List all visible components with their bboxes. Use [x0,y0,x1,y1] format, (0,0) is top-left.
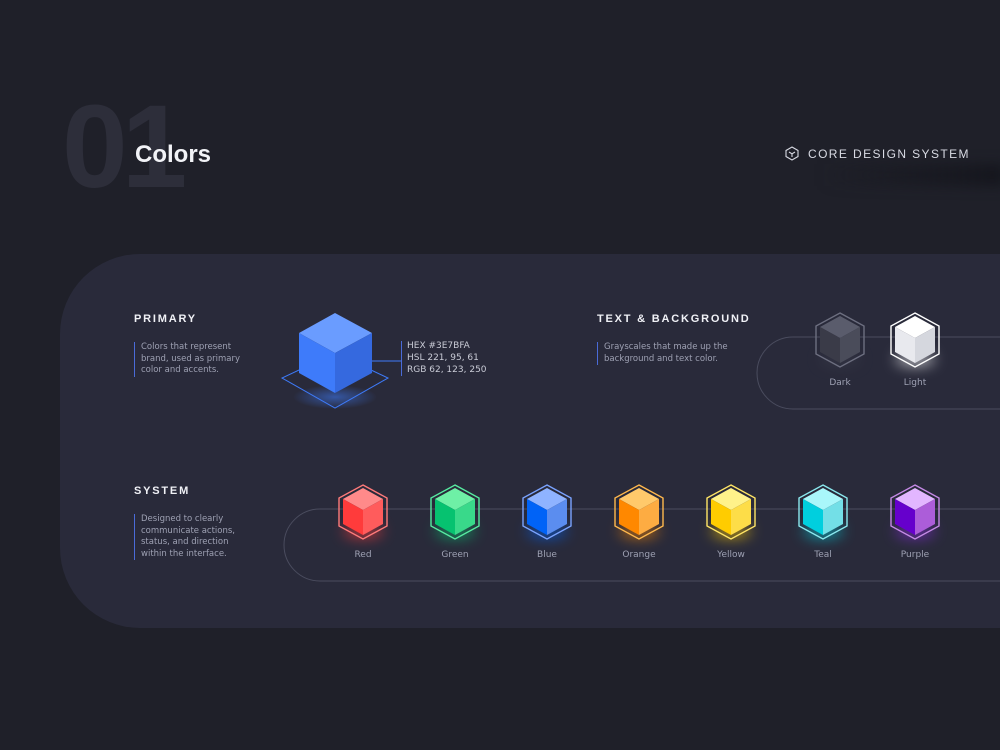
primary-description: Colors that represent brand, used as pri… [134,342,240,377]
system-description: Designed to clearly communicate actions,… [134,514,235,561]
red-cube-icon [338,484,388,540]
teal-cube-icon [798,484,848,540]
text-background-swatch-dark[interactable]: Dark [812,310,868,388]
yellow-label: Yellow [717,550,745,560]
red-label: Red [354,550,372,560]
system-swatch-orange[interactable]: Orange [611,482,667,560]
light-cube-icon [890,312,940,368]
system-swatch-yellow[interactable]: Yellow [703,482,759,560]
dark-cube-icon [815,312,865,368]
purple-label: Purple [900,550,930,560]
text-bg-track [756,336,1000,410]
purple-cube-icon [890,484,940,540]
system-swatch-green[interactable]: Green [427,482,483,560]
blue-label: Blue [537,550,557,560]
dark-label: Dark [829,378,851,388]
green-label: Green [441,550,469,560]
orange-label: Orange [622,550,656,560]
primary-color-specs: HEX #3E7BFA HSL 221, 95, 61 RGB 62, 123,… [401,341,487,377]
system-swatch-purple[interactable]: Purple [887,482,943,560]
system-title: SYSTEM [134,485,191,497]
orange-cube-icon [614,484,664,540]
blue-cube-icon [522,484,572,540]
rgb-value: RGB 62, 123, 250 [407,364,487,375]
light-label: Light [903,378,927,388]
yellow-cube-icon [706,484,756,540]
primary-cube-icon [280,313,401,409]
system-swatch-teal[interactable]: Teal [795,482,851,560]
text-background-swatch-light[interactable]: Light [887,310,943,388]
text-background-title: TEXT & BACKGROUND [597,313,751,325]
system-swatch-red[interactable]: Red [335,482,391,560]
hex-value: HEX #3E7BFA [407,341,470,351]
primary-title: PRIMARY [134,313,197,325]
system-swatch-blue[interactable]: Blue [519,482,575,560]
green-cube-icon [430,484,480,540]
text-background-description: Grayscales that made up the background a… [597,342,728,366]
hsl-value: HSL 221, 95, 61 [407,352,479,363]
teal-label: Teal [814,550,832,560]
